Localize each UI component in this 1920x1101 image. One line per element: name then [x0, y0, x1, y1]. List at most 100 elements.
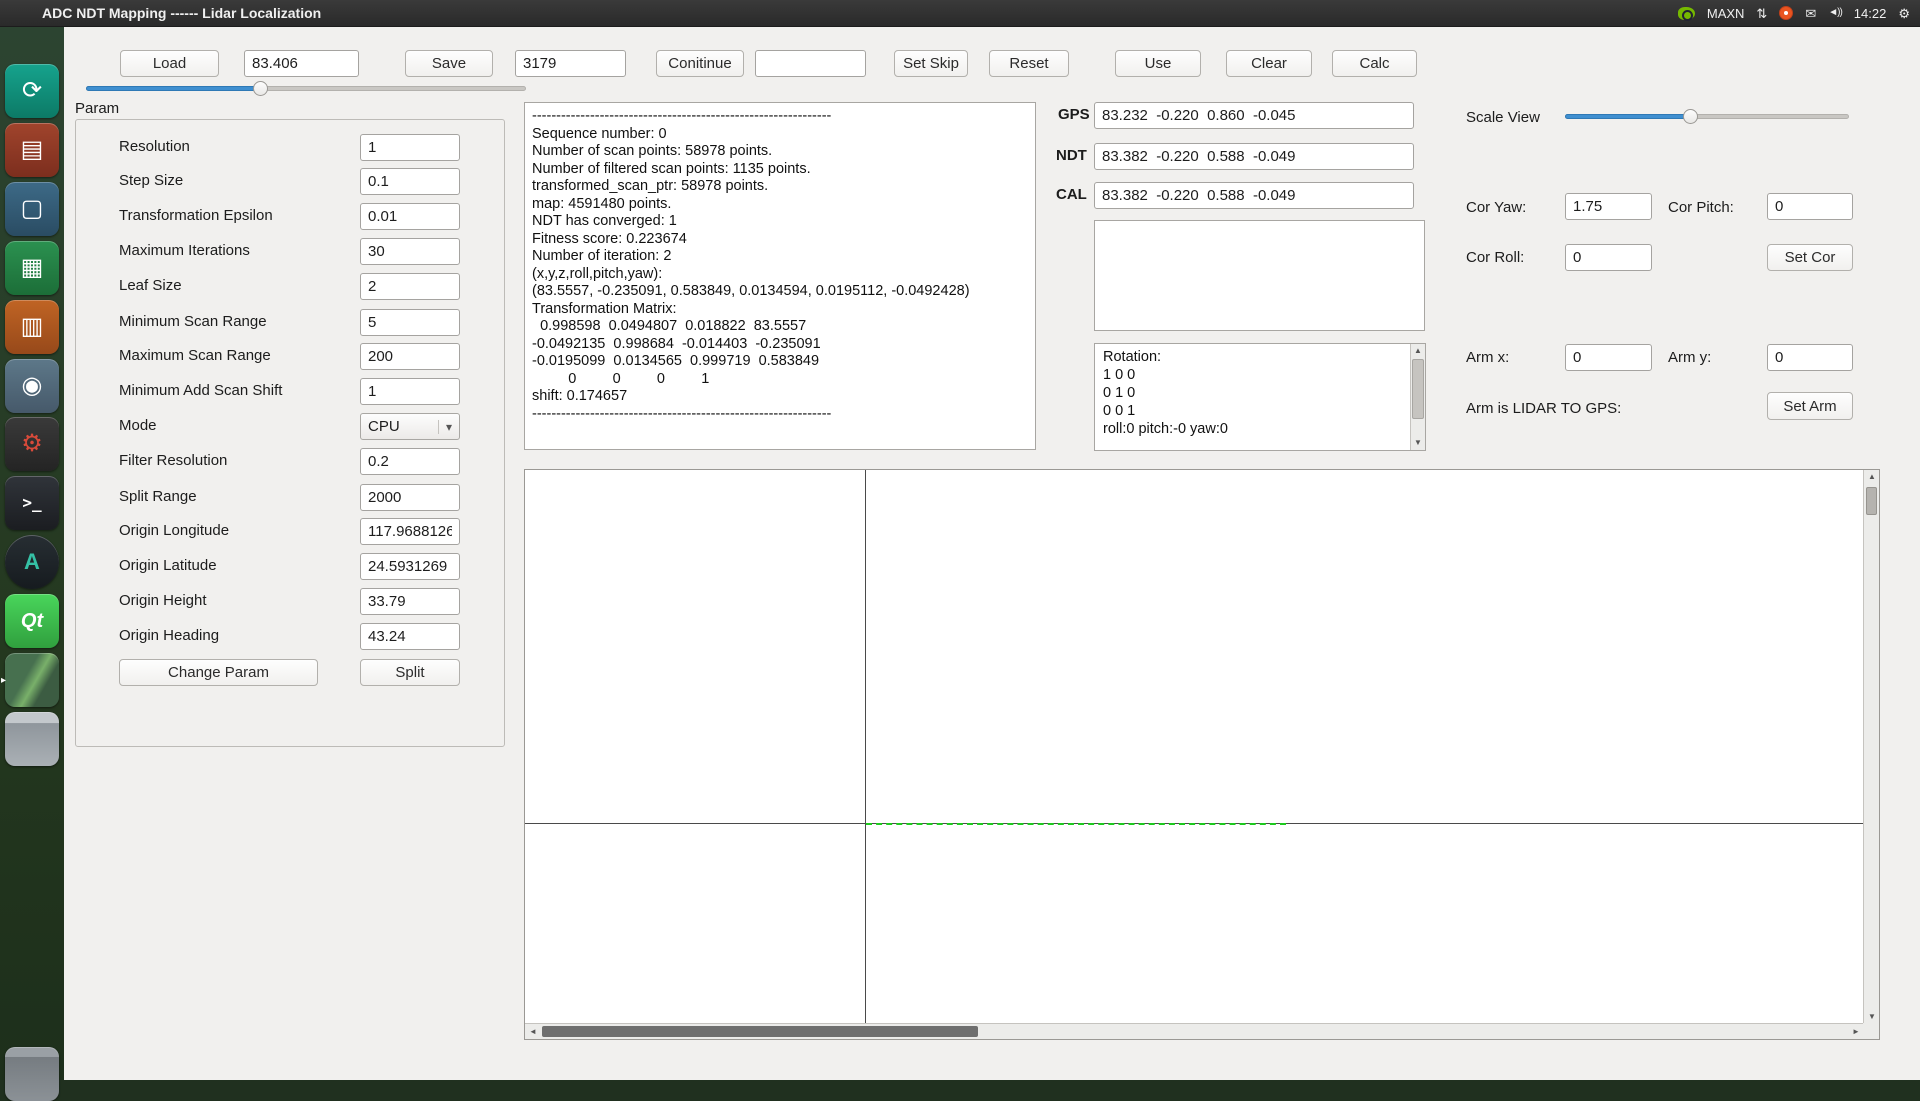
dock-icon-terminal[interactable]: >_: [5, 476, 59, 530]
calc-button[interactable]: Calc: [1332, 50, 1417, 77]
document-icon: ▢: [21, 197, 44, 221]
param-group-title: Param: [75, 100, 119, 117]
param-input-maximum-scan-range[interactable]: [360, 343, 460, 370]
canvas-horizontal-scrollbar[interactable]: ◄ ►: [525, 1023, 1864, 1039]
chart-icon: ▥: [21, 315, 44, 339]
save-value-input[interactable]: [515, 50, 626, 77]
nvidia-icon[interactable]: [1678, 7, 1695, 20]
ndt-value-field[interactable]: [1094, 143, 1414, 170]
clear-button[interactable]: Clear: [1226, 50, 1312, 77]
ndt-log-panel[interactable]: ----------------------------------------…: [524, 102, 1036, 450]
gear-icon: ⚙: [21, 432, 43, 456]
cor-pitch-input[interactable]: [1767, 193, 1853, 220]
param-input-filter-resolution[interactable]: [360, 448, 460, 475]
rotation-scrollbar[interactable]: ▲ ▼: [1410, 344, 1425, 450]
continue-button[interactable]: Conitinue: [656, 50, 744, 77]
param-input-split-range[interactable]: [360, 484, 460, 511]
param-input-maximum-iterations[interactable]: [360, 238, 460, 265]
arm-note-label: Arm is LIDAR TO GPS:: [1466, 400, 1621, 417]
volume-icon[interactable]: ◄)): [1828, 8, 1842, 18]
ndt-label: NDT: [1056, 147, 1087, 164]
launcher-dock: ⟳ ▤ ▢ ▦ ▥ ◉ ⚙ >_ A Qt ▸: [0, 27, 64, 1080]
cal-value-field[interactable]: [1094, 182, 1414, 209]
dock-icon-system-tools[interactable]: ⚙: [5, 417, 59, 471]
gps-label: GPS: [1058, 106, 1090, 123]
param-input-leaf-size[interactable]: [360, 273, 460, 300]
split-button[interactable]: Split: [360, 659, 460, 686]
canvas-scroll-right-icon[interactable]: ►: [1848, 1024, 1864, 1039]
set-skip-button[interactable]: Set Skip: [894, 50, 968, 77]
param-input-resolution[interactable]: [360, 134, 460, 161]
app-window: Load Save Conitinue Set Skip Reset Use C…: [64, 27, 1920, 1080]
param-input-minimum-scan-range[interactable]: [360, 309, 460, 336]
param-label-leaf-size: Leaf Size: [119, 277, 182, 294]
param-label-split-range: Split Range: [119, 488, 197, 505]
load-button[interactable]: Load: [120, 50, 219, 77]
param-input-origin-height[interactable]: [360, 588, 460, 615]
dock-icon-file-manager[interactable]: ▤: [5, 123, 59, 177]
dock-icon-qt-creator[interactable]: Qt: [5, 594, 59, 648]
continue-value-input[interactable]: [755, 50, 866, 77]
canvas-scroll-up-icon[interactable]: ▲: [1865, 470, 1879, 484]
canvas-hscroll-thumb[interactable]: [542, 1026, 978, 1037]
scroll-up-icon[interactable]: ▲: [1411, 344, 1425, 358]
param-input-minimum-add-scan-shift[interactable]: [360, 378, 460, 405]
letter-a-icon: A: [24, 551, 40, 573]
cor-roll-label: Cor Roll:: [1466, 249, 1524, 266]
dock-icon-visualizer[interactable]: ▸: [5, 653, 59, 707]
arm-y-label: Arm y:: [1668, 349, 1711, 366]
cor-yaw-input[interactable]: [1565, 193, 1652, 220]
sequence-slider-handle[interactable]: [253, 81, 268, 96]
arm-x-label: Arm x:: [1466, 349, 1509, 366]
param-label-minimum-scan-range: Minimum Scan Range: [119, 313, 267, 330]
dock-icon-builder[interactable]: ⟳: [5, 64, 59, 118]
session-gear-icon[interactable]: ⚙: [1898, 7, 1910, 20]
dock-icon-printer[interactable]: [5, 712, 59, 766]
scroll-down-icon[interactable]: ▼: [1411, 436, 1425, 450]
use-button[interactable]: Use: [1115, 50, 1201, 77]
param-input-step-size[interactable]: [360, 168, 460, 195]
point-cloud-viewport[interactable]: [525, 470, 1864, 1024]
set-cor-button[interactable]: Set Cor: [1767, 244, 1853, 271]
chevron-down-icon: ▾: [438, 420, 452, 434]
load-value-input[interactable]: [244, 50, 359, 77]
canvas-vertical-scrollbar[interactable]: ▲ ▼: [1863, 470, 1879, 1024]
dock-icon-presentation[interactable]: ▥: [5, 300, 59, 354]
desktop: ADC NDT Mapping ------ Lidar Localizatio…: [0, 0, 1920, 1080]
param-input-transformation-epsilon[interactable]: [360, 203, 460, 230]
system-tray: MAXN ⇅ ✉ ◄)) 14:22 ⚙: [1678, 6, 1920, 21]
clock[interactable]: 14:22: [1854, 6, 1887, 21]
param-input-origin-heading[interactable]: [360, 623, 460, 650]
gps-value-field[interactable]: [1094, 102, 1414, 129]
param-input-origin-latitude[interactable]: [360, 553, 460, 580]
dock-icon-spreadsheet[interactable]: ▦: [5, 241, 59, 295]
mode-select[interactable]: CPU ▾: [360, 413, 460, 440]
canvas-scroll-down-icon[interactable]: ▼: [1865, 1010, 1879, 1024]
sphere-icon: ◉: [22, 374, 43, 398]
change-param-button[interactable]: Change Param: [119, 659, 318, 686]
dock-icon-software-center[interactable]: ◉: [5, 359, 59, 413]
network-arrows-icon[interactable]: ⇅: [1756, 7, 1767, 20]
scale-slider-handle[interactable]: [1683, 109, 1698, 124]
canvas-scroll-left-icon[interactable]: ◄: [525, 1024, 541, 1039]
sequence-slider-fill: [86, 86, 264, 91]
mail-icon[interactable]: ✉: [1805, 7, 1816, 20]
rotation-scroll-thumb[interactable]: [1412, 359, 1424, 419]
canvas-vscroll-thumb[interactable]: [1866, 487, 1877, 515]
dock-icon-text-editor[interactable]: ▢: [5, 182, 59, 236]
dock-icon-ide[interactable]: A: [5, 535, 59, 589]
updater-icon[interactable]: [1779, 6, 1793, 20]
system-topbar: ADC NDT Mapping ------ Lidar Localizatio…: [0, 0, 1920, 27]
files-icon: ▤: [21, 138, 44, 162]
param-label-origin-longitude: Origin Longitude: [119, 522, 229, 539]
param-input-origin-longitude[interactable]: [360, 518, 460, 545]
arm-x-input[interactable]: [1565, 344, 1652, 371]
arm-y-input[interactable]: [1767, 344, 1853, 371]
cor-roll-input[interactable]: [1565, 244, 1652, 271]
reset-button[interactable]: Reset: [989, 50, 1069, 77]
set-arm-button[interactable]: Set Arm: [1767, 392, 1853, 420]
rotation-panel[interactable]: Rotation: 1 0 0 0 1 0 0 0 1 roll:0 pitch…: [1094, 343, 1426, 451]
param-label-transformation-epsilon: Transformation Epsilon: [119, 207, 273, 224]
dock-icon-trash[interactable]: [5, 1047, 59, 1101]
save-button[interactable]: Save: [405, 50, 493, 77]
